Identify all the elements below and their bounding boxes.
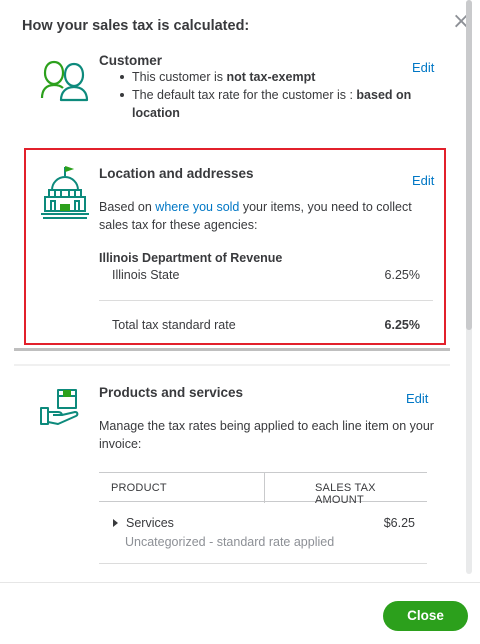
location-title: Location and addresses [99,166,254,181]
products-title: Products and services [99,385,244,400]
desc-prefix: Based on [99,200,156,214]
scrollbar-thumb[interactable] [466,0,472,330]
where-you-sold-link[interactable]: where you sold [155,200,239,214]
customer-bullet-rate: The default tax rate for the customer is… [118,86,418,122]
product-row-amount: $6.25 [383,516,415,530]
location-edit-link[interactable]: Edit [412,173,434,188]
bullet-text: This customer is [132,70,227,84]
products-description: Manage the tax rates being applied to ea… [99,419,434,451]
location-description: Based on where you sold your items, you … [99,198,435,234]
col-product-header: PRODUCT [111,482,167,494]
col-amount-header: SALES TAX AMOUNT [315,482,376,506]
hand-box-icon [40,388,86,433]
products-edit-link[interactable]: Edit [406,391,428,406]
customer-bullets: This customer is not tax-exempt The defa… [118,68,418,122]
product-row-note: Uncategorized - standard rate applied [125,535,335,549]
bullet-text: The default tax rate for the customer is… [132,88,357,102]
customer-bullet-exempt: This customer is not tax-exempt [118,68,418,86]
products-divider [99,563,427,564]
bullet-bold-text: not tax-exempt [226,70,316,84]
agency-row-value: 6.25% [384,268,420,282]
agency-row-label: Illinois State [112,268,180,282]
product-row-name[interactable]: Services [126,516,174,530]
section-separator-light [14,364,450,366]
agency-name: Illinois Department of Revenue [99,251,283,265]
scrollbar[interactable] [466,0,472,574]
section-separator [14,348,450,351]
scroll-area[interactable]: How your sales tax is calculated: × Cust… [0,0,472,582]
capitol-building-icon [40,166,90,225]
customer-title: Customer [99,53,163,68]
col-divider [264,473,265,503]
total-rate-label: Total tax standard rate [112,318,236,332]
caret-right-icon[interactable] [113,519,118,527]
close-button[interactable]: Close [383,601,468,631]
panel-title: How your sales tax is calculated: [22,18,250,34]
location-divider [99,300,433,301]
total-rate-value: 6.25% [384,318,420,332]
sales-tax-panel: How your sales tax is calculated: × Cust… [0,0,480,644]
products-table-header: PRODUCT SALES TAX AMOUNT [99,472,427,506]
customers-icon [40,56,92,107]
